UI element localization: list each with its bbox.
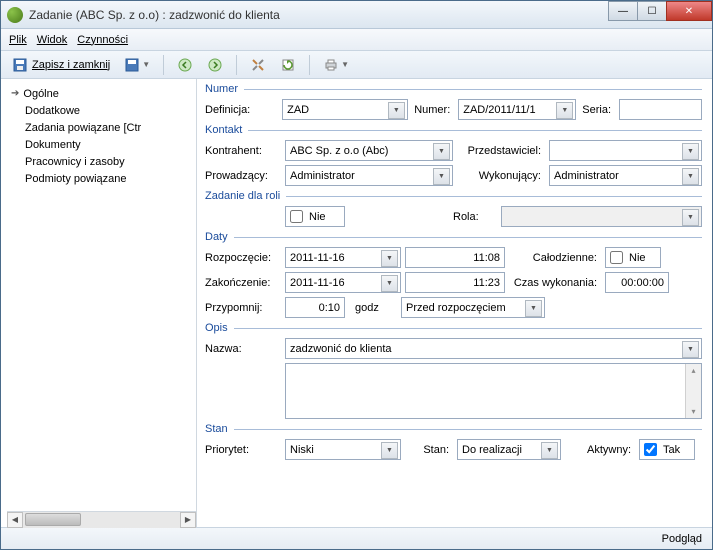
- label-godz: godz: [349, 302, 397, 314]
- label-priorytet: Priorytet:: [205, 444, 281, 456]
- menu-widok[interactable]: Widok: [37, 34, 68, 46]
- rola-select: [501, 206, 702, 227]
- rozpoczecie-time-input[interactable]: 11:08: [405, 247, 505, 268]
- czas-wykonania-input[interactable]: 00:00:00: [605, 272, 669, 293]
- scroll-left-icon[interactable]: ◀: [7, 512, 23, 528]
- kontrahent-select[interactable]: ABC Sp. z o.o (Abc): [285, 140, 453, 161]
- sidebar-item-dodatkowe[interactable]: Dodatkowe: [7, 102, 196, 119]
- prowadzacy-select[interactable]: Administrator: [285, 165, 453, 186]
- opis-textarea[interactable]: ▴▾: [285, 363, 702, 419]
- label-stan: Stan:: [405, 444, 453, 456]
- status-podglad[interactable]: Podgląd: [662, 533, 702, 545]
- label-rola: Rola:: [453, 211, 497, 223]
- seria-input[interactable]: [619, 99, 702, 120]
- label-czas-wykonania: Czas wykonania:: [509, 277, 601, 289]
- scroll-right-icon[interactable]: ▶: [180, 512, 196, 528]
- save-dropdown-button[interactable]: ▼: [119, 54, 155, 76]
- group-opis: Opis: [205, 322, 702, 334]
- app-icon: [7, 7, 23, 23]
- label-przypomnij: Przypomnij:: [205, 302, 281, 314]
- przedstawiciel-select[interactable]: [549, 140, 702, 161]
- sidebar-item-dokumenty[interactable]: Dokumenty: [7, 136, 196, 153]
- disk-icon: [12, 57, 28, 73]
- label-numer: Numer:: [412, 104, 454, 116]
- zakonczenie-time-input[interactable]: 11:23: [405, 272, 505, 293]
- refresh-icon: [280, 57, 296, 73]
- tools-icon: [250, 57, 266, 73]
- sidebar-hscroll[interactable]: ◀ ▶: [7, 511, 196, 527]
- group-kontakt: Kontakt: [205, 124, 702, 136]
- label-rozpoczecie: Rozpoczęcie:: [205, 252, 281, 264]
- definicja-select[interactable]: ZAD: [282, 99, 408, 120]
- tools-button[interactable]: [245, 54, 271, 76]
- group-numer: Numer: [205, 83, 702, 95]
- label-calodzienne: Całodzienne:: [509, 252, 601, 264]
- textarea-scrollbar[interactable]: ▴▾: [685, 364, 701, 418]
- group-daty: Daty: [205, 231, 702, 243]
- print-button[interactable]: ▼: [318, 54, 354, 76]
- label-seria: Seria:: [580, 104, 615, 116]
- scroll-thumb[interactable]: [25, 513, 81, 526]
- sidebar-item-pracownicy[interactable]: Pracownicy i zasoby: [7, 153, 196, 170]
- label-kontrahent: Kontrahent:: [205, 145, 281, 157]
- disk-drop-icon: [124, 57, 140, 73]
- label-aktywny: Aktywny:: [565, 444, 635, 456]
- minimize-button[interactable]: —: [608, 1, 638, 21]
- zakonczenie-date-select[interactable]: 2011-11-16: [285, 272, 401, 293]
- group-stan: Stan: [205, 423, 702, 435]
- group-zadanie-dla-roli: Zadanie dla roli: [205, 190, 702, 202]
- sidebar: Ogólne Dodatkowe Zadania powiązane [Ctr …: [1, 79, 197, 527]
- statusbar: Podgląd: [1, 527, 712, 549]
- label-prowadzacy: Prowadzący:: [205, 170, 281, 182]
- close-button[interactable]: ✕: [666, 1, 712, 21]
- window-title: Zadanie (ABC Sp. z o.o) : zadzwonić do k…: [29, 8, 280, 22]
- label-definicja: Definicja:: [205, 104, 278, 116]
- form-panel: Numer Definicja: ZAD Numer: ZAD/2011/11/…: [197, 79, 712, 527]
- sidebar-item-ogolne[interactable]: Ogólne: [7, 85, 196, 102]
- label-nazwa: Nazwa:: [205, 343, 281, 355]
- calodzienne-checkbox[interactable]: Nie: [605, 247, 661, 268]
- arrow-right-icon: [207, 57, 223, 73]
- sidebar-item-podmioty[interactable]: Podmioty powiązane: [7, 170, 196, 187]
- menu-plik[interactable]: Plik: [9, 34, 27, 46]
- przypomnij-typ-select[interactable]: Przed rozpoczęciem: [401, 297, 545, 318]
- label-przedstawiciel: Przedstawiciel:: [457, 145, 545, 157]
- stan-select[interactable]: Do realizacji: [457, 439, 561, 460]
- aktywny-checkbox[interactable]: Tak: [639, 439, 695, 460]
- nav-back-button[interactable]: [172, 54, 198, 76]
- calodzienne-check-input[interactable]: [610, 251, 623, 264]
- aktywny-check-input[interactable]: [644, 443, 657, 456]
- label-wykonujacy: Wykonujący:: [457, 170, 545, 182]
- priorytet-select[interactable]: Niski: [285, 439, 401, 460]
- nav-tree: Ogólne Dodatkowe Zadania powiązane [Ctr …: [7, 85, 196, 511]
- numer-select[interactable]: ZAD/2011/11/1: [458, 99, 576, 120]
- printer-icon: [323, 57, 339, 73]
- refresh-button[interactable]: [275, 54, 301, 76]
- maximize-button[interactable]: ☐: [637, 1, 667, 21]
- nav-fwd-button[interactable]: [202, 54, 228, 76]
- toolbar: Zapisz i zamknij ▼ ▼: [1, 51, 712, 79]
- wykonujacy-select[interactable]: Administrator: [549, 165, 702, 186]
- zadanie-roli-checkbox[interactable]: Nie: [285, 206, 345, 227]
- menubar: Plik Widok Czynności: [1, 29, 712, 51]
- arrow-left-icon: [177, 57, 193, 73]
- sidebar-item-zadania-powiazane[interactable]: Zadania powiązane [Ctr: [7, 119, 196, 136]
- label-zakonczenie: Zakończenie:: [205, 277, 281, 289]
- zadanie-roli-check-input[interactable]: [290, 210, 303, 223]
- save-close-button[interactable]: Zapisz i zamknij: [7, 54, 115, 76]
- titlebar: Zadanie (ABC Sp. z o.o) : zadzwonić do k…: [1, 1, 712, 29]
- rozpoczecie-date-select[interactable]: 2011-11-16: [285, 247, 401, 268]
- nazwa-select[interactable]: zadzwonić do klienta: [285, 338, 702, 359]
- przypomnij-input[interactable]: 0:10: [285, 297, 345, 318]
- menu-czynnosci[interactable]: Czynności: [77, 34, 128, 46]
- save-close-label: Zapisz i zamknij: [32, 59, 110, 71]
